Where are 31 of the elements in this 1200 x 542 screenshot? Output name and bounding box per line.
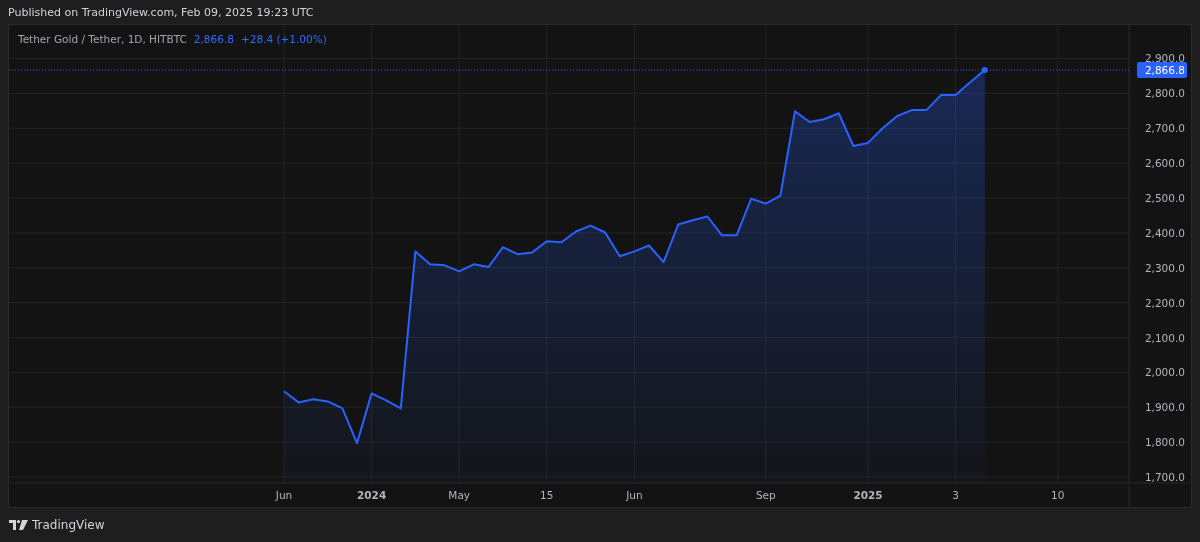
axis-label: 1,700.0: [1144, 471, 1185, 484]
axis-label: 2,800.0: [1144, 87, 1185, 100]
last-price-label: 2,866.8: [1137, 62, 1187, 79]
axis-label: 1,900.0: [1144, 401, 1185, 414]
logo-icon: [9, 520, 28, 530]
axis-label: Sep: [755, 489, 776, 501]
axis-label: 2,000.0: [1144, 366, 1185, 379]
price-change: +28.4 (+1.00%): [240, 33, 327, 45]
axis-label: Jun: [275, 489, 293, 501]
axis-label: 2,300.0: [1144, 261, 1185, 274]
axis-label: 2,500.0: [1144, 192, 1185, 204]
axis-label: 3: [952, 489, 959, 501]
axis-label: 2,100.0: [1144, 331, 1185, 344]
axis-label: 2,200.0: [1144, 296, 1185, 309]
axis-label: 15: [540, 489, 554, 501]
axis-label: 10: [1051, 489, 1065, 501]
ref-line-label: 2,866.8: [1144, 64, 1185, 77]
axis-label: 1,800.0: [1144, 436, 1185, 449]
symbol-title: Tether Gold / Tether, 1D, HITBTC: [18, 33, 187, 45]
axis-label: Jun: [626, 489, 643, 501]
axis-label: 2,900.0: [1144, 52, 1185, 65]
axis-label: 2,700.0: [1144, 122, 1185, 135]
axis-label: 2,400.0: [1144, 226, 1185, 239]
axis-label: 2024: [357, 489, 387, 501]
published-note: Published on TradingView.com, Feb 09, 2025 19:23 UTC: [8, 5, 314, 19]
axis-label: 2,600.0: [1144, 157, 1185, 170]
last-point-marker: [981, 67, 988, 73]
axis-label: May: [448, 489, 471, 501]
last-price: 2,866.8: [193, 33, 234, 45]
brand-name: TradingView: [32, 518, 105, 532]
axis-label: 2025: [853, 489, 883, 501]
